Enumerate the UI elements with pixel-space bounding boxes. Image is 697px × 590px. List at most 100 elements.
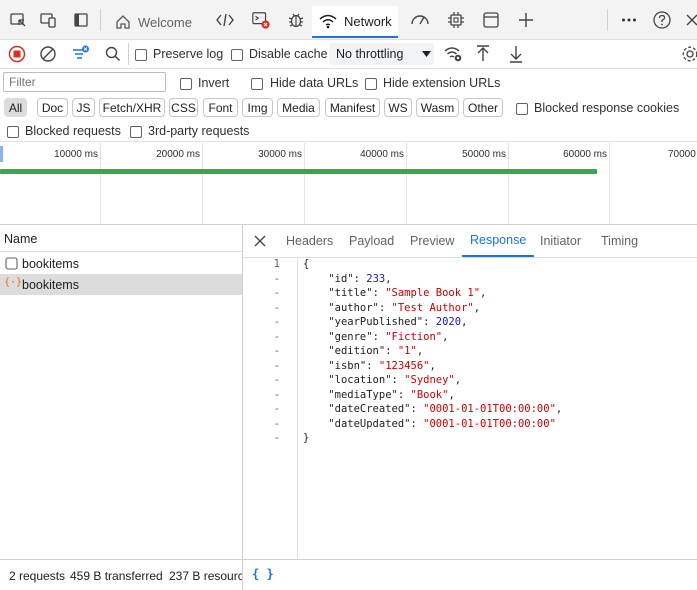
type-filter-media[interactable]: Media	[277, 98, 320, 117]
line-marker: -	[273, 359, 280, 372]
tab-response[interactable]: Response	[462, 225, 535, 257]
hide-extension-urls-label: Hide extension URLs	[383, 76, 501, 90]
type-filter-css[interactable]: CSS	[169, 98, 198, 117]
throttling-select[interactable]: No throttling	[329, 43, 434, 65]
type-filter-img[interactable]: Img	[242, 98, 273, 117]
preserve-log-checkbox[interactable]	[135, 47, 147, 61]
toolbar-divider	[100, 9, 101, 31]
import-har-icon[interactable]	[474, 44, 492, 67]
line-marker: -	[273, 403, 280, 415]
elements-icon[interactable]	[215, 10, 235, 30]
tab-timing[interactable]: Timing	[601, 225, 638, 257]
json-field-line: "isbn": "123456",	[328, 359, 436, 372]
tab-payload[interactable]: Payload	[349, 225, 394, 257]
application-window-icon[interactable]	[481, 10, 501, 30]
timeline-gridline	[100, 143, 101, 224]
type-filter-fetch-xhr[interactable]: Fetch/XHR	[99, 98, 165, 117]
type-filter-js[interactable]: JS	[72, 98, 95, 117]
timeline-tick-label: 60000 ms	[563, 149, 607, 160]
line-number-gutter: 1 - - - - - - - - - - - -	[243, 258, 298, 559]
network-status-bar: 2 requests 459 B transferred 237 B resou…	[0, 559, 697, 590]
export-har-icon[interactable]	[507, 44, 525, 67]
request-details-panel: Headers Payload Preview Response Initiat…	[243, 225, 697, 559]
tab-network-label: Network	[344, 13, 392, 29]
type-filter-manifest[interactable]: Manifest	[325, 98, 380, 117]
request-name: bookitems	[22, 278, 79, 292]
filter-icon[interactable]	[70, 44, 90, 67]
clear-icon[interactable]	[39, 45, 57, 66]
disable-cache-checkbox[interactable]	[231, 47, 243, 61]
json-key: "yearPublished"	[328, 316, 424, 328]
line-marker: -	[273, 301, 280, 314]
third-party-requests-checkbox[interactable]	[130, 124, 142, 138]
add-tool-icon[interactable]	[516, 10, 536, 30]
json-field-line: "id": 233,	[328, 272, 392, 285]
blocked-response-cookies-checkbox[interactable]	[516, 101, 528, 115]
invert-checkbox[interactable]	[180, 76, 192, 90]
type-filter-font[interactable]: Font	[203, 98, 238, 117]
request-list-header[interactable]: Name	[0, 225, 242, 252]
hide-data-urls-checkbox[interactable]	[251, 76, 263, 90]
status-divider	[242, 560, 243, 590]
close-details-icon[interactable]	[253, 234, 267, 251]
tab-preview[interactable]: Preview	[410, 225, 454, 257]
tab-headers[interactable]: Headers	[286, 225, 333, 257]
json-key: "mediaType"	[328, 388, 398, 401]
type-filter-doc[interactable]: Doc	[37, 98, 68, 117]
json-comma: ,	[448, 388, 455, 401]
device-toolbar-icon[interactable]	[38, 10, 58, 30]
json-field-line: "dateUpdated": "0001-01-01T00:00:00"	[328, 417, 556, 430]
pretty-print-button[interactable]: { }	[252, 567, 274, 581]
timeline-tick-label: 20000 ms	[156, 149, 200, 160]
json-icon: {·}	[4, 277, 23, 288]
line-marker: -	[273, 330, 280, 343]
tab-initiator[interactable]: Initiator	[540, 225, 581, 257]
document-icon	[5, 257, 18, 273]
type-filter-wasm[interactable]: Wasm	[416, 98, 459, 117]
type-filter-other[interactable]: Other	[463, 98, 503, 117]
line-number: 1	[273, 258, 280, 270]
json-field-line: "dateCreated": "0001-01-01T00:00:00",	[328, 403, 563, 415]
type-filter-ws[interactable]: WS	[384, 98, 412, 117]
toolbar-divider	[128, 43, 129, 65]
timeline-tick-label: 40000 ms	[360, 149, 404, 160]
request-row-selected[interactable]: {·} bookitems	[0, 274, 242, 295]
help-icon[interactable]	[652, 10, 672, 30]
blocked-requests-label: Blocked requests	[25, 124, 121, 138]
type-filter-all[interactable]: All	[4, 98, 27, 117]
request-name: bookitems	[22, 257, 79, 271]
inspect-element-icon[interactable]	[8, 10, 28, 30]
tab-welcome[interactable]: Welcome	[108, 6, 198, 38]
more-options-icon[interactable]	[619, 10, 639, 30]
timeline-selection-handle[interactable]	[0, 146, 3, 162]
timeline-overview[interactable]: 10000 ms 20000 ms 30000 ms 40000 ms 5000…	[0, 143, 697, 225]
request-row[interactable]: bookitems	[0, 253, 242, 274]
json-comma: ,	[385, 272, 392, 285]
network-settings-gear-icon[interactable]	[680, 44, 697, 67]
network-conditions-icon[interactable]	[443, 45, 463, 66]
json-comma: ,	[454, 374, 462, 386]
resources-size: 237 B resourc	[169, 569, 242, 583]
response-body[interactable]: 1 - - - - - - - - - - - - { "id": 233, "…	[243, 258, 697, 559]
request-timing-bar	[0, 169, 597, 174]
search-icon[interactable]	[104, 45, 122, 66]
dock-panel-icon[interactable]	[71, 10, 91, 30]
close-devtools-icon[interactable]	[682, 10, 697, 30]
record-stop-icon[interactable]	[8, 45, 26, 66]
timeline-gridline	[304, 143, 305, 224]
tab-network[interactable]: Network	[312, 6, 398, 38]
sources-bug-icon[interactable]	[286, 10, 306, 30]
memory-chip-icon[interactable]	[446, 10, 466, 30]
json-string-value: "Book"	[410, 388, 449, 401]
json-field-line: "mediaType": "Book",	[328, 388, 455, 401]
filter-input[interactable]	[3, 72, 166, 92]
blocked-requests-checkbox[interactable]	[7, 124, 19, 138]
toolbar-divider	[607, 9, 608, 31]
timeline-tick-label: 10000 ms	[54, 149, 98, 160]
json-open-brace: {	[303, 258, 310, 270]
name-column-header: Name	[4, 232, 38, 246]
console-icon[interactable]	[251, 10, 271, 30]
performance-icon[interactable]	[410, 10, 430, 30]
hide-extension-urls-checkbox[interactable]	[365, 76, 377, 90]
line-marker: -	[273, 345, 280, 357]
